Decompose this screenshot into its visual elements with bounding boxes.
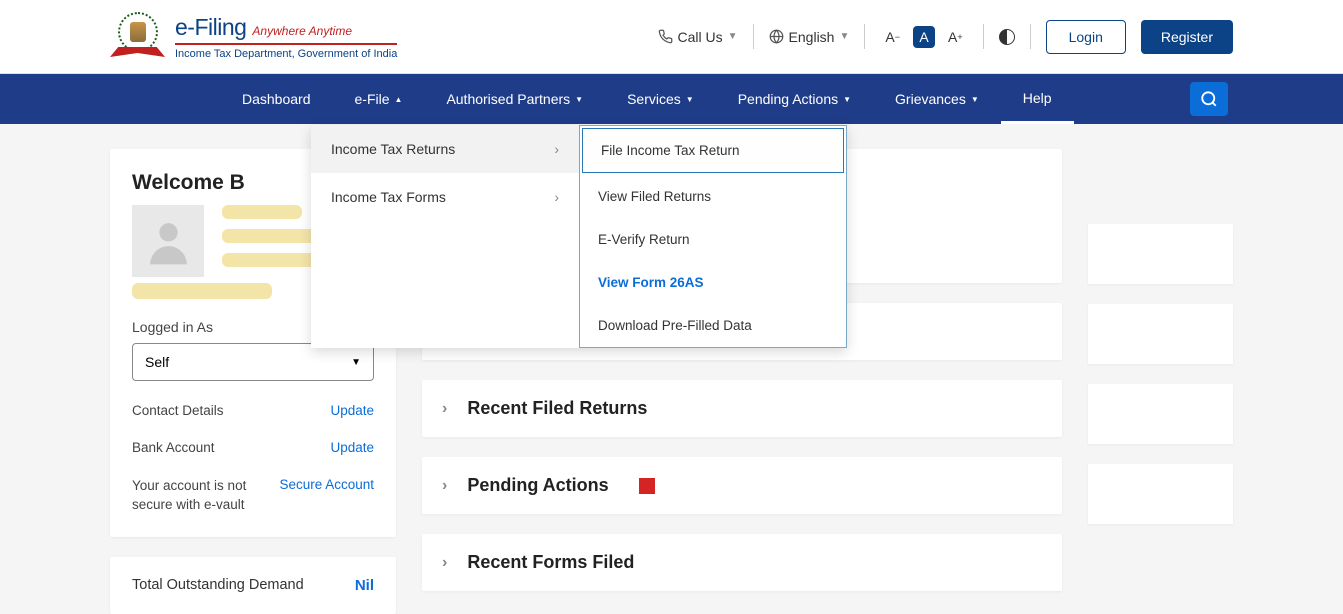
menu-everify[interactable]: E-Verify Return — [580, 218, 846, 261]
call-us-label: Call Us — [678, 29, 723, 45]
main-nav: Dashboard e-File ▲ Authorised Partners ▼… — [0, 74, 1343, 124]
menu-income-tax-returns[interactable]: Income Tax Returns › — [311, 125, 579, 173]
nav-grievances[interactable]: Grievances ▼ — [873, 74, 1001, 124]
chevron-right-icon: › — [442, 477, 447, 495]
menu-view-26as[interactable]: View Form 26AS — [580, 261, 846, 304]
search-icon — [1200, 90, 1218, 108]
nav-pending-actions[interactable]: Pending Actions ▼ — [716, 74, 873, 124]
right-widget — [1088, 224, 1233, 284]
select-value: Self — [145, 354, 169, 370]
redacted-profile-info — [222, 205, 322, 267]
caret-down-icon: ▼ — [686, 95, 694, 104]
caret-up-icon: ▲ — [395, 95, 403, 104]
login-button[interactable]: Login — [1046, 20, 1126, 54]
call-us-dropdown[interactable]: Call Us ▼ — [658, 29, 738, 45]
caret-down-icon: ▼ — [728, 31, 738, 42]
logo-subtitle: Income Tax Department, Government of Ind… — [175, 48, 397, 60]
caret-down-icon: ▼ — [971, 95, 979, 104]
nav-services[interactable]: Services ▼ — [605, 74, 716, 124]
update-bank-link[interactable]: Update — [330, 440, 374, 455]
pending-actions-title: Pending Actions — [467, 475, 608, 496]
register-button[interactable]: Register — [1141, 20, 1233, 54]
recent-forms-accordion[interactable]: › Recent Forms Filed — [422, 534, 1062, 591]
secure-status-text: Your account is not secure with e-vault — [132, 477, 269, 515]
recent-forms-title: Recent Forms Filed — [467, 552, 634, 573]
logo-text: e-Filing Anywhere Anytime Income Tax Dep… — [175, 14, 397, 60]
recent-filed-accordion[interactable]: › Recent Filed Returns — [422, 380, 1062, 437]
nav-auth-label: Authorised Partners — [446, 91, 570, 107]
avatar-icon — [132, 205, 204, 277]
dropdown-level1: Income Tax Returns › Income Tax Forms › — [311, 125, 579, 348]
caret-down-icon: ▼ — [351, 357, 361, 368]
menu-download-prefill[interactable]: Download Pre-Filled Data — [580, 304, 846, 347]
language-dropdown[interactable]: English ▼ — [769, 29, 850, 45]
menu-label: Income Tax Returns — [331, 141, 455, 157]
nav-grievances-label: Grievances — [895, 91, 966, 107]
caret-down-icon: ▼ — [575, 95, 583, 104]
dropdown-level2: File Income Tax Return View Filed Return… — [579, 125, 847, 348]
menu-label: Income Tax Forms — [331, 189, 446, 205]
font-increase-button[interactable]: A+ — [943, 26, 968, 48]
outstanding-demand-card: Total Outstanding Demand Nil — [110, 557, 396, 614]
font-normal-button[interactable]: A — [913, 26, 935, 48]
pending-actions-accordion[interactable]: › Pending Actions — [422, 457, 1062, 514]
font-size-controls: A− A A+ — [880, 26, 967, 48]
logo-tagline: Anywhere Anytime — [252, 24, 352, 38]
nav-dashboard[interactable]: Dashboard — [220, 74, 333, 124]
contrast-toggle-icon[interactable] — [999, 29, 1015, 45]
right-sidebar — [1088, 149, 1233, 614]
chevron-right-icon: › — [554, 189, 559, 205]
right-widget — [1088, 384, 1233, 444]
menu-view-filed[interactable]: View Filed Returns — [580, 175, 846, 218]
logo-title: e-Filing — [175, 14, 246, 41]
chevron-right-icon: › — [442, 554, 447, 572]
nav-efile-label: e-File — [355, 91, 390, 107]
chevron-right-icon: › — [442, 400, 447, 418]
caret-down-icon: ▼ — [839, 31, 849, 42]
recent-filed-title: Recent Filed Returns — [467, 398, 647, 419]
nav-authorised-partners[interactable]: Authorised Partners ▼ — [424, 74, 605, 124]
top-actions: Call Us ▼ English ▼ A− A A+ Login Regist… — [658, 20, 1233, 54]
nav-help[interactable]: Help — [1001, 74, 1074, 124]
update-contact-link[interactable]: Update — [330, 403, 374, 418]
language-label: English — [789, 29, 835, 45]
contact-details-label: Contact Details — [132, 403, 224, 418]
right-widget — [1088, 304, 1233, 364]
phone-icon — [658, 29, 673, 44]
efile-dropdown-menu: Income Tax Returns › Income Tax Forms › … — [311, 125, 847, 348]
nav-efile[interactable]: e-File ▲ — [333, 74, 425, 124]
globe-icon — [769, 29, 784, 44]
nav-pending-label: Pending Actions — [738, 91, 838, 107]
right-widget — [1088, 464, 1233, 524]
bank-account-label: Bank Account — [132, 440, 215, 455]
caret-down-icon: ▼ — [843, 95, 851, 104]
font-decrease-button[interactable]: A− — [880, 26, 905, 48]
demand-value: Nil — [355, 577, 374, 594]
search-button[interactable] — [1190, 82, 1228, 116]
secure-account-link[interactable]: Secure Account — [279, 477, 374, 492]
menu-income-tax-forms[interactable]: Income Tax Forms › — [311, 173, 579, 221]
menu-file-itr[interactable]: File Income Tax Return — [582, 128, 844, 173]
logged-in-as-select[interactable]: Self ▼ — [132, 343, 374, 381]
govt-emblem-icon — [110, 9, 165, 64]
logo-area: e-Filing Anywhere Anytime Income Tax Dep… — [110, 9, 397, 64]
nav-services-label: Services — [627, 91, 681, 107]
top-bar: e-Filing Anywhere Anytime Income Tax Dep… — [0, 0, 1343, 74]
alert-badge-icon — [639, 478, 655, 494]
chevron-right-icon: › — [554, 141, 559, 157]
